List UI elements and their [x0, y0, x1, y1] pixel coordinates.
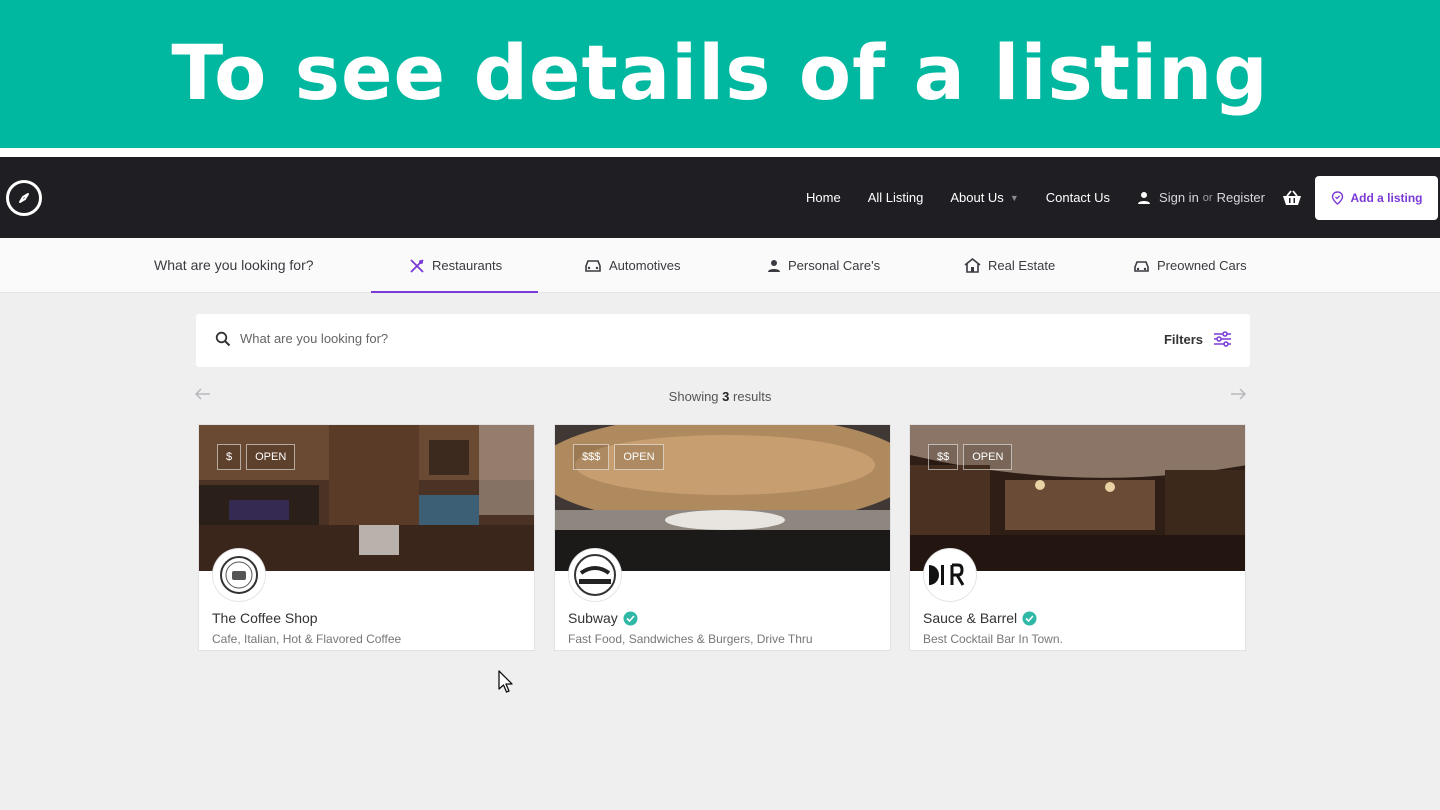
results-count: Showing 3 results: [0, 389, 1440, 404]
category-bar: What are you looking for? Restaurants Au…: [0, 238, 1440, 293]
person-icon: [768, 259, 780, 272]
tab-preowned-cars[interactable]: Preowned Cars: [1133, 238, 1247, 293]
listing-name: Subway: [568, 610, 618, 626]
sign-in-register: Sign in or Register: [1137, 190, 1265, 205]
listing-description: Fast Food, Sandwiches & Burgers, Drive T…: [568, 632, 813, 646]
utensils-icon: [410, 258, 424, 273]
nav-links: Home All Listing About Us ▼ Contact Us S…: [806, 157, 1440, 238]
listing-title[interactable]: Subway: [568, 610, 638, 626]
status-badge: OPEN: [246, 444, 296, 470]
search-icon: [215, 331, 231, 352]
tab-personal-care[interactable]: Personal Care's: [767, 238, 880, 293]
price-badge: $: [217, 444, 242, 470]
listing-badges: $$ OPEN: [928, 444, 1017, 470]
listing-card[interactable]: $$$ OPEN Subway Fast Food, Sandwiches & …: [554, 424, 891, 651]
sliders-icon: [1214, 331, 1231, 347]
add-listing-button[interactable]: Add a listing: [1315, 175, 1438, 220]
results-prefix: Showing: [668, 389, 719, 404]
tab-real-estate-label: Real Estate: [988, 258, 1056, 273]
listing-title[interactable]: The Coffee Shop: [212, 610, 318, 626]
verified-check-icon: [1022, 611, 1037, 626]
sign-in-link[interactable]: Sign in: [1159, 190, 1199, 205]
nav-contact-link[interactable]: Contact Us: [1046, 190, 1110, 205]
nav-all-listing-link[interactable]: All Listing: [868, 190, 924, 205]
listing-content: Filters Showing 3 results: [0, 293, 1440, 810]
listing-badges: $$$ OPEN: [573, 444, 669, 470]
car-icon: [585, 259, 601, 272]
tab-automotives[interactable]: Automotives: [584, 238, 681, 293]
listing-description: Cafe, Italian, Hot & Flavored Coffee: [212, 632, 402, 646]
compass-logo-icon[interactable]: [6, 180, 42, 216]
listing-description: Best Cocktail Bar In Town.: [923, 632, 1063, 646]
house-icon: [964, 258, 981, 273]
tab-personal-care-label: Personal Care's: [788, 258, 881, 273]
listing-logo: [924, 549, 976, 601]
listing-card[interactable]: $ OPEN The Coffee Shop Cafe, Italian, Ho…: [198, 424, 535, 651]
tab-preowned-cars-label: Preowned Cars: [1157, 258, 1247, 273]
tab-real-estate[interactable]: Real Estate: [964, 238, 1055, 293]
listing-photo[interactable]: $$ OPEN: [910, 425, 1245, 571]
price-badge: $$: [928, 444, 959, 470]
chevron-down-icon: ▼: [1009, 192, 1019, 203]
listing-logo: [569, 549, 621, 601]
add-listing-label: Add a listing: [1350, 190, 1423, 205]
status-badge: OPEN: [614, 444, 664, 470]
filters-button[interactable]: Filters: [1164, 331, 1232, 347]
filters-label: Filters: [1163, 331, 1203, 347]
search-input[interactable]: [240, 331, 1040, 346]
instruction-banner: To see details of a listing: [0, 0, 1440, 148]
listing-card[interactable]: $$ OPEN Sauce & Barrel Best Cocktail Bar…: [909, 424, 1246, 651]
register-link[interactable]: Register: [1217, 190, 1265, 205]
nav-home-link[interactable]: Home: [806, 190, 841, 205]
listing-name: The Coffee Shop: [212, 610, 318, 626]
results-number: 3: [722, 389, 730, 404]
top-navbar: Home All Listing About Us ▼ Contact Us S…: [0, 157, 1440, 238]
nav-about-dropdown[interactable]: About Us ▼: [950, 190, 1018, 205]
listing-photo[interactable]: $ OPEN: [199, 425, 534, 571]
car-icon: [1134, 260, 1149, 272]
mouse-cursor-icon: [498, 670, 514, 699]
basket-icon[interactable]: [1281, 189, 1303, 207]
listing-logo: [213, 549, 265, 601]
listing-title[interactable]: Sauce & Barrel: [923, 610, 1037, 626]
verified-check-icon: [623, 611, 638, 626]
map-pin-icon: [1331, 190, 1343, 205]
status-badge: OPEN: [963, 444, 1013, 470]
category-question: What are you looking for?: [154, 257, 314, 273]
arrow-right-icon[interactable]: [1230, 387, 1247, 405]
search-bar: Filters: [196, 314, 1250, 367]
listing-badges: $ OPEN: [217, 444, 300, 470]
tab-restaurants[interactable]: Restaurants: [370, 238, 539, 293]
tab-restaurants-label: Restaurants: [432, 258, 503, 273]
or-text: or: [1202, 191, 1213, 204]
tab-automotives-label: Automotives: [609, 258, 681, 273]
price-badge: $$$: [573, 444, 610, 470]
nav-about-label: About Us: [950, 190, 1004, 205]
listing-photo[interactable]: $$$ OPEN: [555, 425, 890, 571]
user-icon: [1137, 191, 1151, 205]
listing-name: Sauce & Barrel: [923, 610, 1018, 626]
banner-title: To see details of a listing: [171, 27, 1269, 117]
results-suffix: results: [733, 389, 772, 404]
